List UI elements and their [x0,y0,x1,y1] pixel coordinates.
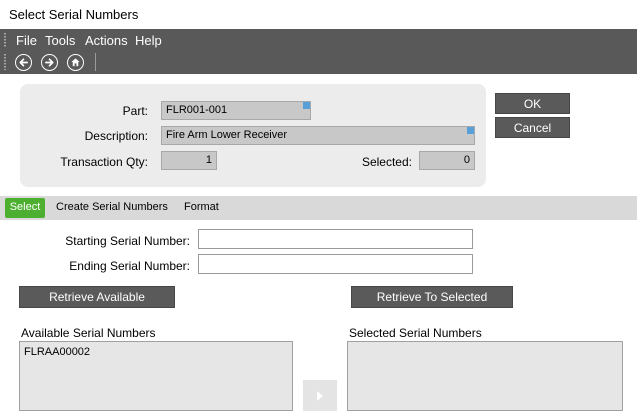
toolbar-separator [95,53,96,71]
menubar-grip[interactable] [4,33,6,48]
cancel-button[interactable]: Cancel [495,117,570,138]
available-serial-numbers-header: Available Serial Numbers [21,326,156,340]
starting-serial-input[interactable] [198,229,473,249]
window-title: Select Serial Numbers [9,7,139,22]
part-value: FLR001-001 [166,104,228,116]
selected-label: Selected: [361,155,412,169]
menu-file[interactable]: File [16,33,37,48]
tab-select[interactable]: Select [5,198,45,218]
tab-format[interactable]: Format [184,201,219,213]
available-serial-numbers-list[interactable]: FLRAA00002 [19,341,293,411]
toolbar-area: File Tools Actions Help [0,29,637,74]
selected-value: 0 [463,154,470,166]
field-corner-marker [467,127,474,134]
description-label: Description: [84,129,148,143]
field-corner-marker [303,102,310,109]
menu-tools[interactable]: Tools [45,33,75,48]
starting-serial-label: Starting Serial Number: [65,234,190,248]
transaction-qty-value: 1 [205,154,212,166]
tab-bar: Select Create Serial Numbers Format [0,196,637,220]
window-titlebar: Select Serial Numbers [0,0,637,29]
ending-serial-label: Ending Serial Number: [69,259,190,273]
back-arrow-icon[interactable] [15,54,32,71]
tab-create-serial-numbers[interactable]: Create Serial Numbers [56,201,168,213]
description-value: Fire Arm Lower Receiver [166,129,288,141]
list-item[interactable]: FLRAA00002 [24,346,90,358]
description-field[interactable]: Fire Arm Lower Receiver [161,126,475,145]
menubar: File Tools Actions Help [0,29,637,51]
retrieve-to-selected-button[interactable]: Retrieve To Selected [351,286,513,308]
transaction-qty-label: Transaction Qty: [60,155,148,169]
menu-actions[interactable]: Actions [85,33,128,48]
chevron-right-icon [317,390,323,401]
forward-arrow-icon[interactable] [41,54,58,71]
part-field[interactable]: FLR001-001 [161,101,311,120]
iconbar-grip[interactable] [4,54,6,70]
home-icon[interactable] [67,54,84,71]
ok-button[interactable]: OK [495,93,570,114]
menu-help[interactable]: Help [135,33,162,48]
part-label: Part: [122,104,148,118]
selected-serial-numbers-list[interactable] [347,341,623,411]
ending-serial-input[interactable] [198,254,473,274]
iconbar [0,51,637,73]
transaction-qty-field[interactable]: 1 [161,151,217,170]
selected-field[interactable]: 0 [419,151,475,170]
retrieve-available-button[interactable]: Retrieve Available [19,286,175,308]
selected-serial-numbers-header: Selected Serial Numbers [349,326,482,340]
move-to-selected-button[interactable] [303,380,337,411]
